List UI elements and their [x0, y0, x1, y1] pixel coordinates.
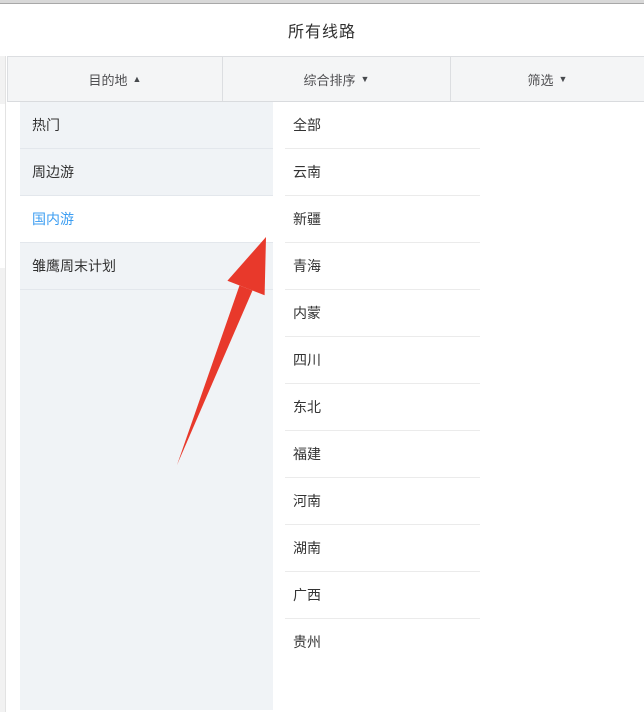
- region-item-guangxi[interactable]: 广西: [273, 572, 644, 619]
- caret-down-icon: ▼: [559, 75, 568, 84]
- region-list: 全部 云南 新疆 青海 内蒙 四川 东北 福建 河南 湖南 广西 贵州: [273, 102, 644, 710]
- tab-sort-label: 综合排序: [304, 70, 356, 89]
- sidebar-item-domestic-tours[interactable]: 国内游: [20, 196, 273, 243]
- page-title: 所有线路: [288, 18, 356, 42]
- region-item-fujian[interactable]: 福建: [273, 431, 644, 478]
- region-item-sichuan[interactable]: 四川: [273, 337, 644, 384]
- region-item-hunan[interactable]: 湖南: [273, 525, 644, 572]
- category-sidebar: 热门 周边游 国内游 雏鹰周末计划: [20, 102, 273, 710]
- region-item-xinjiang[interactable]: 新疆: [273, 196, 644, 243]
- tab-filter[interactable]: 筛选 ▼: [451, 57, 644, 101]
- left-scrollbar-thumb[interactable]: [0, 104, 5, 268]
- sidebar-item-eaglet-weekend-plan[interactable]: 雏鹰周末计划: [20, 243, 273, 290]
- filter-bar: 目的地 ▲ 综合排序 ▼ 筛选 ▼: [7, 56, 644, 102]
- region-item-all[interactable]: 全部: [273, 102, 644, 149]
- tab-destination[interactable]: 目的地 ▲: [8, 57, 223, 101]
- region-item-neimeng[interactable]: 内蒙: [273, 290, 644, 337]
- sidebar-item-hot[interactable]: 热门: [20, 102, 273, 149]
- tab-filter-label: 筛选: [528, 70, 554, 89]
- tab-destination-label: 目的地: [89, 70, 128, 89]
- sidebar-item-nearby-tours[interactable]: 周边游: [20, 149, 273, 196]
- tab-sort[interactable]: 综合排序 ▼: [223, 57, 451, 101]
- caret-up-icon: ▲: [133, 75, 142, 84]
- dropdown-panel: 热门 周边游 国内游 雏鹰周末计划 全部 云南 新疆 青海 内蒙 四川 东北 福…: [0, 102, 644, 710]
- left-scrollbar-track[interactable]: [0, 56, 6, 712]
- region-item-henan[interactable]: 河南: [273, 478, 644, 525]
- region-item-yunnan[interactable]: 云南: [273, 149, 644, 196]
- caret-down-icon: ▼: [361, 75, 370, 84]
- region-item-qinghai[interactable]: 青海: [273, 243, 644, 290]
- region-item-dongbei[interactable]: 东北: [273, 384, 644, 431]
- region-item-guizhou[interactable]: 贵州: [273, 619, 644, 666]
- header: 所有线路: [0, 4, 644, 56]
